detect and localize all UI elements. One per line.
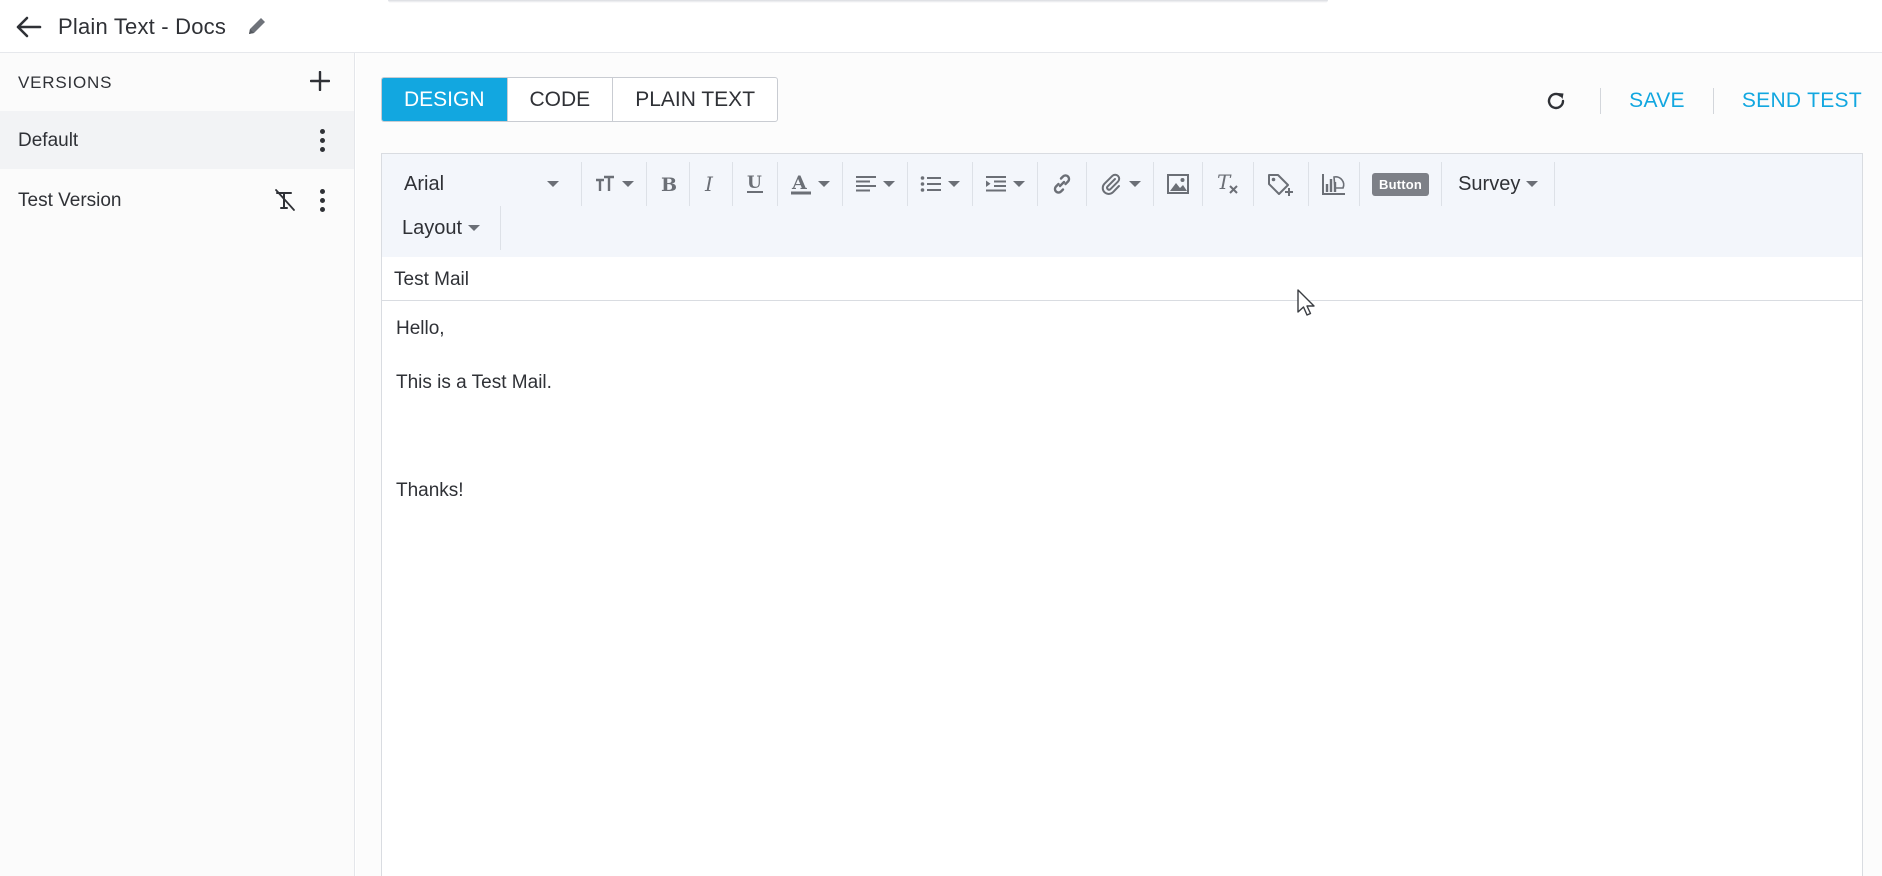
paperclip-icon xyxy=(1101,173,1121,195)
caret-down-icon xyxy=(468,225,481,231)
indent-icon xyxy=(986,176,1006,192)
text-color-icon: A xyxy=(791,172,811,195)
survey-label: Survey xyxy=(1458,172,1521,195)
tag-plus-icon xyxy=(1268,174,1293,196)
back-arrow-icon[interactable] xyxy=(14,12,44,42)
italic-icon: I xyxy=(704,174,714,194)
layout-dropdown[interactable]: Layout xyxy=(382,206,502,250)
top-shadow xyxy=(388,0,1328,3)
plain-text-off-icon[interactable] xyxy=(272,187,298,213)
email-editor: Arial B I U A T Button Survey Layout Tes… xyxy=(381,153,1863,876)
more-vertical-icon[interactable] xyxy=(312,185,332,215)
indent-button[interactable] xyxy=(973,162,1038,206)
survey-dropdown[interactable]: Survey xyxy=(1442,162,1556,206)
editor-mode-tabs: DESIGN CODE PLAIN TEXT xyxy=(381,77,779,122)
caret-down-icon xyxy=(622,181,634,187)
insert-token-button[interactable] xyxy=(1254,162,1309,206)
editor-toolbar: Arial B I U A T Button Survey Layout xyxy=(382,154,1862,257)
tab-design[interactable]: DESIGN xyxy=(382,78,508,121)
font-family-select[interactable]: Arial xyxy=(382,162,582,206)
caret-down-icon xyxy=(1526,181,1539,187)
text-color-button[interactable]: A xyxy=(778,162,843,206)
insert-button-button[interactable]: Button xyxy=(1360,162,1443,206)
align-button[interactable] xyxy=(843,162,908,206)
italic-button[interactable]: I xyxy=(690,162,733,206)
clear-format-icon: T xyxy=(1217,172,1238,194)
toolbar-row: Layout xyxy=(382,206,502,250)
plus-icon xyxy=(310,71,330,91)
underline-button[interactable]: U xyxy=(733,162,778,206)
svg-text:I: I xyxy=(704,174,714,194)
versions-sidebar: VERSIONS Default Test Version xyxy=(0,53,355,876)
tab-plain-text[interactable]: PLAIN TEXT xyxy=(613,78,777,121)
body-line: This is a Test Mail. xyxy=(396,372,552,393)
divider xyxy=(1600,88,1602,114)
add-version-button[interactable] xyxy=(304,65,336,97)
subject-value: Test Mail xyxy=(394,269,469,290)
button-chip: Button xyxy=(1372,172,1430,196)
link-icon xyxy=(1053,174,1071,194)
align-left-icon xyxy=(856,176,876,192)
more-vertical-icon[interactable] xyxy=(312,125,332,155)
body-line: Thanks! xyxy=(396,480,464,501)
caret-down-icon xyxy=(883,181,895,187)
underline-icon: U xyxy=(747,173,763,193)
font-family-value: Arial xyxy=(404,172,445,195)
top-header: Plain Text - Docs xyxy=(0,0,1882,53)
version-item-default[interactable]: Default xyxy=(0,111,354,169)
list-button[interactable] xyxy=(908,162,973,206)
svg-text:U: U xyxy=(747,173,762,193)
bold-button[interactable]: B xyxy=(647,162,690,206)
version-item-test-version[interactable]: Test Version xyxy=(0,171,354,229)
image-icon xyxy=(1167,174,1189,194)
subject-field[interactable]: Test Mail xyxy=(382,257,1862,301)
caret-down-icon xyxy=(1129,181,1141,187)
svg-text:B: B xyxy=(661,174,677,194)
attachment-button[interactable] xyxy=(1087,162,1154,206)
font-size-button[interactable] xyxy=(582,162,647,206)
toolbar-row: Arial B I U A T Button Survey xyxy=(382,162,1556,206)
chart-icon xyxy=(1322,174,1345,195)
versions-heading: VERSIONS xyxy=(18,73,113,92)
version-label: Default xyxy=(18,130,79,151)
caret-down-icon xyxy=(547,181,559,187)
body-line: Hello, xyxy=(396,318,445,339)
bullet-list-icon xyxy=(920,176,941,192)
page-title: Plain Text - Docs xyxy=(58,14,227,39)
clear-format-button[interactable]: T xyxy=(1203,162,1254,206)
pencil-icon[interactable] xyxy=(244,13,270,39)
tab-code[interactable]: CODE xyxy=(508,78,614,121)
svg-text:A: A xyxy=(791,172,807,194)
email-body-editor[interactable]: Hello, This is a Test Mail. Thanks! xyxy=(382,302,1862,876)
insert-image-button[interactable] xyxy=(1154,162,1203,206)
insert-chart-button[interactable] xyxy=(1309,162,1360,206)
layout-label: Layout xyxy=(402,216,463,239)
bold-icon: B xyxy=(661,174,677,194)
svg-text:T: T xyxy=(1217,172,1232,194)
main-content: DESIGN CODE PLAIN TEXT SAVE SEND TEST Ar… xyxy=(356,53,1882,876)
send-test-button[interactable]: SEND TEST xyxy=(1742,89,1862,113)
refresh-icon[interactable] xyxy=(1540,85,1572,117)
font-size-icon xyxy=(596,175,614,191)
version-label: Test Version xyxy=(18,190,122,211)
divider xyxy=(1712,88,1714,114)
caret-down-icon xyxy=(1013,181,1025,187)
editor-actions: SAVE SEND TEST xyxy=(1540,83,1862,119)
caret-down-icon xyxy=(818,181,830,187)
insert-link-button[interactable] xyxy=(1038,162,1087,206)
caret-down-icon xyxy=(948,181,960,187)
save-button[interactable]: SAVE xyxy=(1629,89,1685,113)
